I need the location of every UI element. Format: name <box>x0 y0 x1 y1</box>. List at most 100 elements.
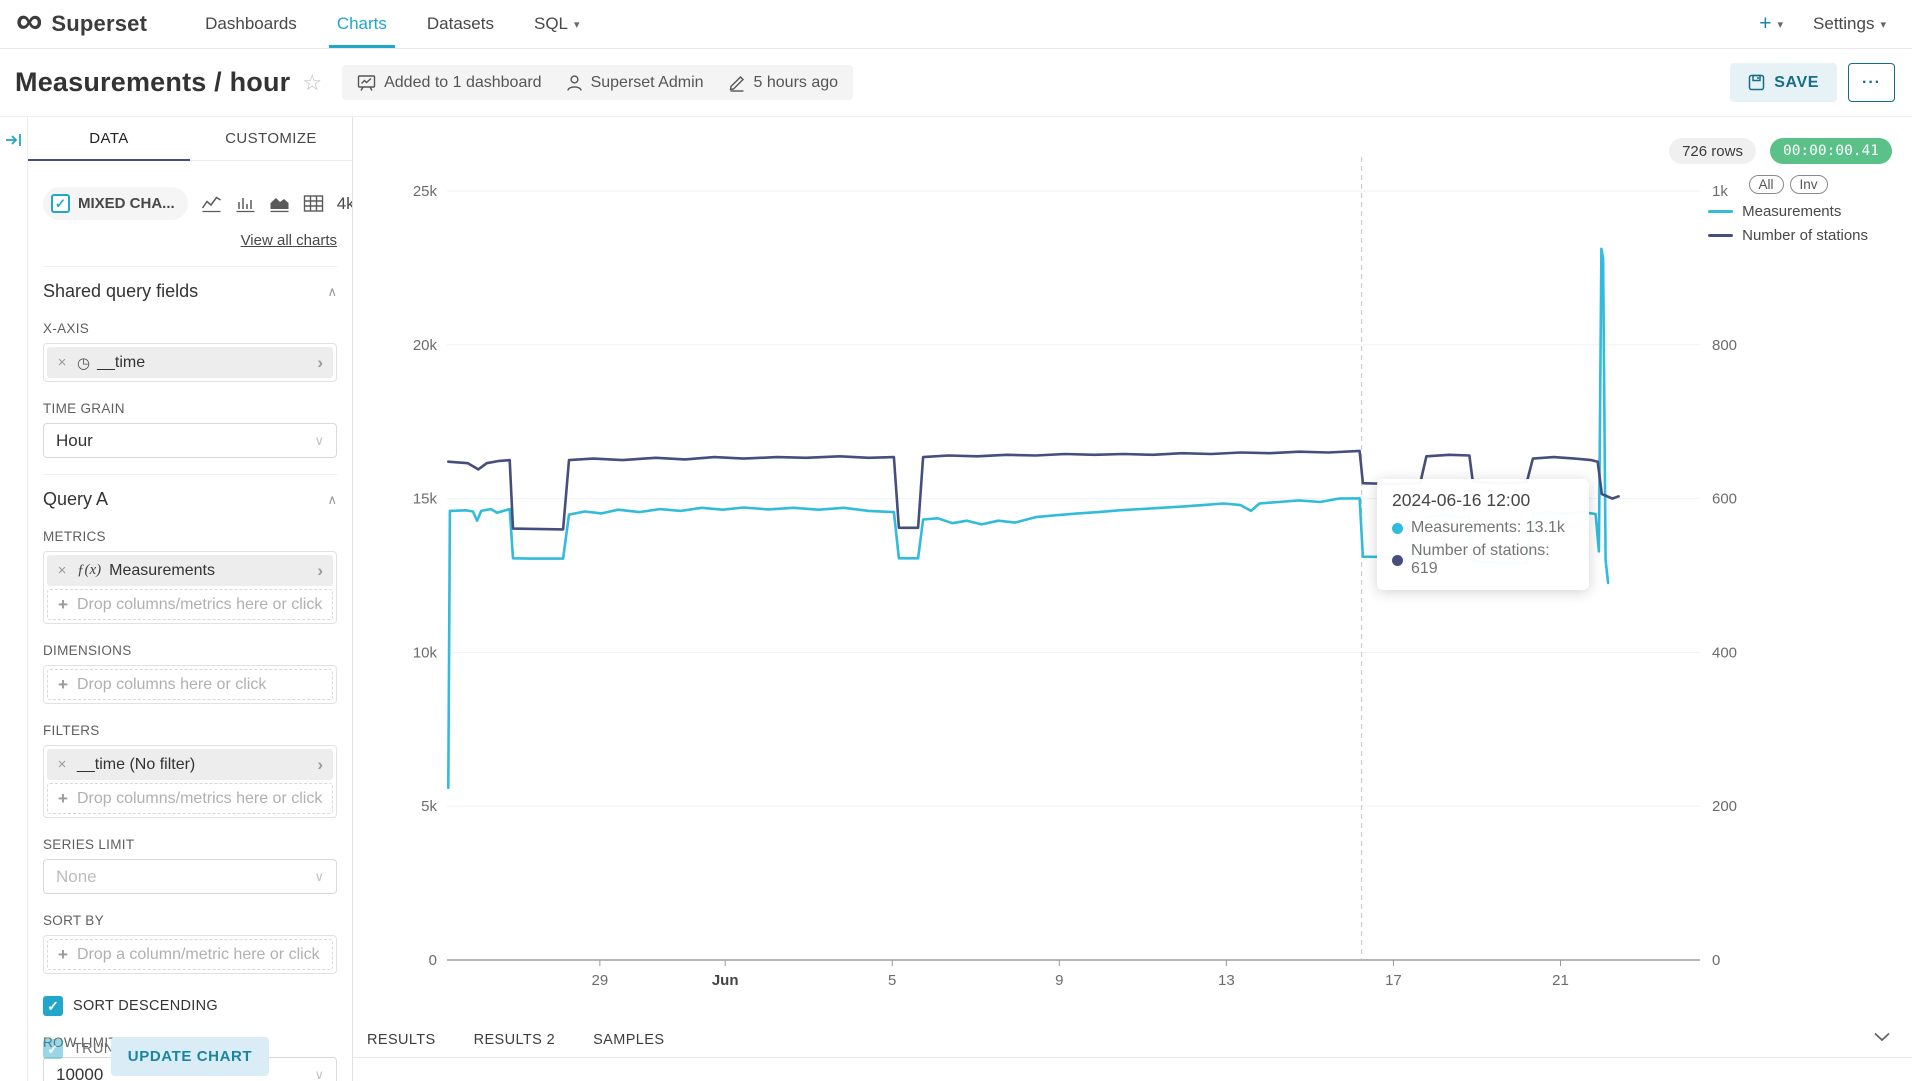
viz-type-selected[interactable]: ✓ MIXED CHA... <box>43 187 188 220</box>
nav-item-charts[interactable]: Charts <box>317 0 407 48</box>
collapse-results-icon[interactable] <box>1874 1032 1890 1042</box>
plus-icon: + <box>58 945 68 965</box>
line-chart-plot[interactable]: 29Jun5913172105k10k15k20k25k020040060080… <box>353 117 1912 1022</box>
tab-data[interactable]: DATA <box>28 117 190 161</box>
nav-item-datasets[interactable]: Datasets <box>407 0 514 48</box>
last-edited-badge[interactable]: 5 hours ago <box>728 74 839 92</box>
x-axis-label: 13 <box>1218 972 1235 989</box>
panel-collapse-rail <box>0 117 28 1081</box>
user-icon <box>566 74 583 92</box>
sort-descending-checkbox[interactable]: ✓ SORT DESCENDING <box>43 996 337 1016</box>
y-axis-right-label: 400 <box>1712 644 1737 661</box>
superset-logo[interactable]: ∞ Superset <box>0 11 161 37</box>
nav-item-dashboards[interactable]: Dashboards <box>185 0 317 48</box>
save-button[interactable]: SAVE <box>1730 63 1837 102</box>
tab-customize[interactable]: CUSTOMIZE <box>190 117 352 161</box>
caret-down-icon: ▾ <box>1778 18 1784 31</box>
bar-chart-icon[interactable] <box>235 194 256 213</box>
tab-results[interactable]: RESULTS <box>367 1032 436 1048</box>
nav-menu: Dashboards Charts Datasets SQL ▾ <box>185 0 599 48</box>
chart-header: Measurements / hour ☆ Added to 1 dashboa… <box>0 49 1912 117</box>
x-axis-label: 29 <box>592 972 609 989</box>
more-options-button[interactable]: ··· <box>1848 63 1895 102</box>
brand-name: Superset <box>51 11 147 37</box>
y-axis-left-label: 0 <box>429 952 437 969</box>
results-pane: RESULTS RESULTS 2 SAMPLES <box>353 1022 1912 1081</box>
dimensions-drop-zone[interactable]: + Drop columns here or click <box>47 669 333 700</box>
filter-field[interactable]: × __time (No filter) › <box>47 749 333 780</box>
tab-samples[interactable]: SAMPLES <box>593 1032 664 1048</box>
infinity-logo-icon: ∞ <box>16 6 42 36</box>
caret-down-icon: ∨ <box>314 869 324 885</box>
remove-icon[interactable]: × <box>47 756 77 773</box>
shared-query-fields-section[interactable]: Shared query fields ∧ <box>43 281 337 302</box>
legend-item-number-of-stations[interactable]: Number of stations <box>1708 227 1868 244</box>
x-axis-label: 9 <box>1055 972 1063 989</box>
chart-panel: 726 rows 00:00:00.41 All Inv Measurement… <box>353 117 1912 1081</box>
x-axis-label: 5 <box>888 972 896 989</box>
pencil-icon <box>728 74 746 92</box>
series-limit-select[interactable]: None ∨ <box>43 859 337 894</box>
line-chart-icon[interactable] <box>201 194 222 213</box>
legend-inverse-button[interactable]: Inv <box>1790 175 1828 194</box>
y-axis-left-label: 20k <box>413 337 438 354</box>
chart-legend: All Inv Measurements Number of stations <box>1708 175 1868 244</box>
filters-drop-zone[interactable]: + Drop columns/metrics here or click <box>47 783 333 814</box>
plus-icon: + <box>58 789 68 809</box>
legend-item-measurements[interactable]: Measurements <box>1708 203 1841 220</box>
collapse-panel-icon[interactable] <box>5 131 23 149</box>
row-count-badge: 726 rows <box>1669 138 1756 164</box>
y-axis-left-label: 5k <box>421 798 437 815</box>
viz-4k-shortcut[interactable]: 4k <box>337 194 352 214</box>
new-item-button[interactable]: + ▾ <box>1759 12 1783 36</box>
data-panel: DATA CUSTOMIZE ✓ MIXED CHA... <box>28 117 353 1081</box>
dashboards-badge[interactable]: Added to 1 dashboard <box>357 74 541 92</box>
divider <box>43 474 337 475</box>
time-grain-label: TIME GRAIN <box>43 401 337 416</box>
sort-by-drop-zone[interactable]: + Drop a column/metric here or click <box>47 939 333 970</box>
query-a-section[interactable]: Query A ∧ <box>43 489 337 510</box>
panel-body: ✓ MIXED CHA... <box>28 161 352 1081</box>
caret-down-icon: ∨ <box>314 433 324 449</box>
settings-menu[interactable]: Settings ▾ <box>1813 14 1886 34</box>
table-icon[interactable] <box>303 194 324 213</box>
y-axis-right-label: 200 <box>1712 798 1737 815</box>
x-axis-field[interactable]: × ◷ __time › <box>47 347 333 378</box>
metric-field[interactable]: × ƒ(x) Measurements › <box>47 555 333 586</box>
time-grain-select[interactable]: Hour ∨ <box>43 423 337 458</box>
metrics-drop-zone[interactable]: + Drop columns/metrics here or click <box>47 589 333 620</box>
y-axis-left-label: 25k <box>413 183 438 200</box>
clock-icon: ◷ <box>77 354 90 372</box>
top-navbar: ∞ Superset Dashboards Charts Datasets SQ… <box>0 0 1912 49</box>
update-chart-button[interactable]: UPDATE CHART <box>111 1037 269 1076</box>
legend-items: Measurements Number of stations <box>1708 203 1868 244</box>
legend-label: Number of stations <box>1742 227 1868 244</box>
y-axis-left-label: 15k <box>413 491 438 508</box>
y-axis-right-label: 600 <box>1712 491 1737 508</box>
chart-tooltip: 2024-06-16 12:00 Measurements: 13.1kNumb… <box>1377 479 1589 590</box>
favorite-star-icon[interactable]: ☆ <box>302 70 322 96</box>
series-dot-icon <box>1392 523 1403 534</box>
area-chart-icon[interactable] <box>269 194 290 213</box>
panel-tabs: DATA CUSTOMIZE <box>28 117 352 161</box>
legend-select-all-button[interactable]: All <box>1749 175 1784 194</box>
tooltip-text: Number of stations: 619 <box>1411 542 1574 578</box>
filters-control: × __time (No filter) › + Drop columns/me… <box>43 745 337 818</box>
remove-icon[interactable]: × <box>47 562 77 579</box>
dimensions-control: + Drop columns here or click <box>43 665 337 704</box>
metrics-label: METRICS <box>43 529 337 544</box>
nav-item-sql[interactable]: SQL ▾ <box>514 0 600 48</box>
tooltip-item: Measurements: 13.1k <box>1392 519 1574 537</box>
divider <box>43 266 337 267</box>
legend-swatch <box>1708 234 1733 237</box>
remove-icon[interactable]: × <box>47 354 77 371</box>
y-axis-right-label: 0 <box>1712 952 1720 969</box>
x-axis-label: Jun <box>712 972 739 989</box>
caret-down-icon: ▾ <box>574 18 580 31</box>
tooltip-text: Measurements: 13.1k <box>1411 519 1565 537</box>
dimensions-label: DIMENSIONS <box>43 643 337 658</box>
view-all-charts-link[interactable]: View all charts <box>241 232 337 249</box>
tab-results-2[interactable]: RESULTS 2 <box>474 1032 556 1048</box>
viz-type-shortcuts: 4k <box>201 193 352 214</box>
legend-toggles: All Inv <box>1708 175 1868 194</box>
